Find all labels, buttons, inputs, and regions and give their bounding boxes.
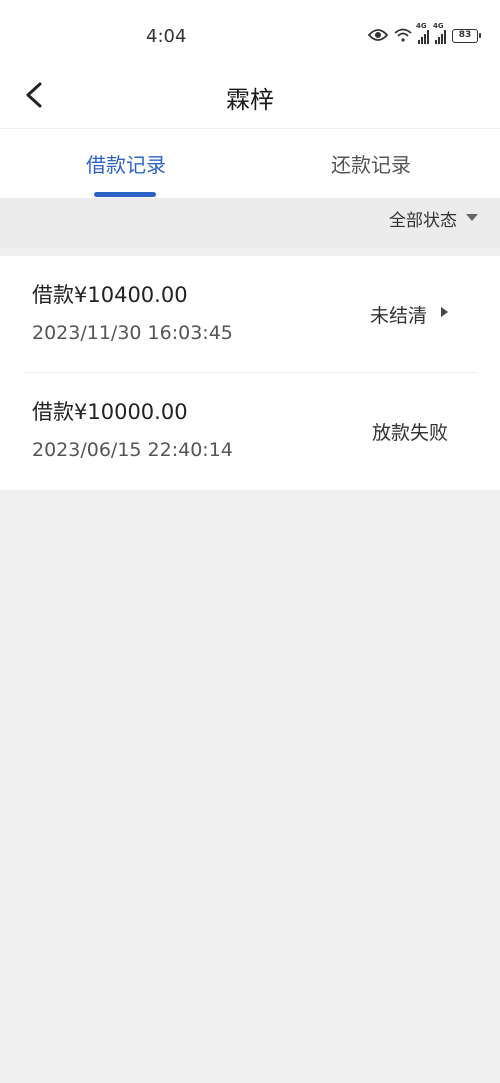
status-icons: 4G 4G 83 [367, 22, 481, 48]
status-bar: 4:04 4G 4G 83 [0, 0, 500, 70]
loan-status: 放款失败 [371, 422, 448, 444]
loan-datetime: 2023/11/30 16:03:45 [32, 322, 233, 344]
filter-bar: 全部状态 [0, 198, 500, 248]
loan-datetime: 2023/06/15 22:40:14 [32, 439, 233, 461]
status-filter-dropdown[interactable]: 全部状态 [389, 206, 457, 231]
wifi-icon [394, 27, 412, 46]
list-item[interactable]: 借款¥10000.00 2023/06/15 22:40:14 放款失败 [0, 373, 500, 490]
arrow-right-icon [441, 307, 448, 317]
eye-icon [367, 27, 389, 46]
tab-repayment-records[interactable]: 还款记录 [331, 149, 411, 178]
caret-down-icon[interactable] [466, 214, 478, 221]
loan-amount: 借款¥10400.00 [32, 283, 188, 307]
status-time: 4:04 [146, 26, 187, 47]
loan-amount: 借款¥10000.00 [32, 400, 188, 424]
tab-bar: 借款记录 还款记录 [0, 128, 500, 198]
tab-loan-records[interactable]: 借款记录 [86, 149, 166, 178]
battery-icon: 83 [452, 29, 481, 43]
loan-status: 未结清 [369, 305, 427, 327]
list-item[interactable]: 借款¥10400.00 2023/11/30 16:03:45 未结清 [0, 256, 500, 373]
loan-record-list: 借款¥10400.00 2023/11/30 16:03:45 未结清 借款¥1… [0, 256, 500, 490]
app-header: 霖梓 [0, 70, 500, 128]
signal-tag: 4G [416, 22, 427, 30]
tab-indicator [94, 192, 156, 197]
signal-tag: 4G [433, 22, 444, 30]
signal-icon: 4G [416, 22, 429, 44]
page-title: 霖梓 [226, 86, 274, 114]
signal-icon: 4G [433, 22, 446, 44]
